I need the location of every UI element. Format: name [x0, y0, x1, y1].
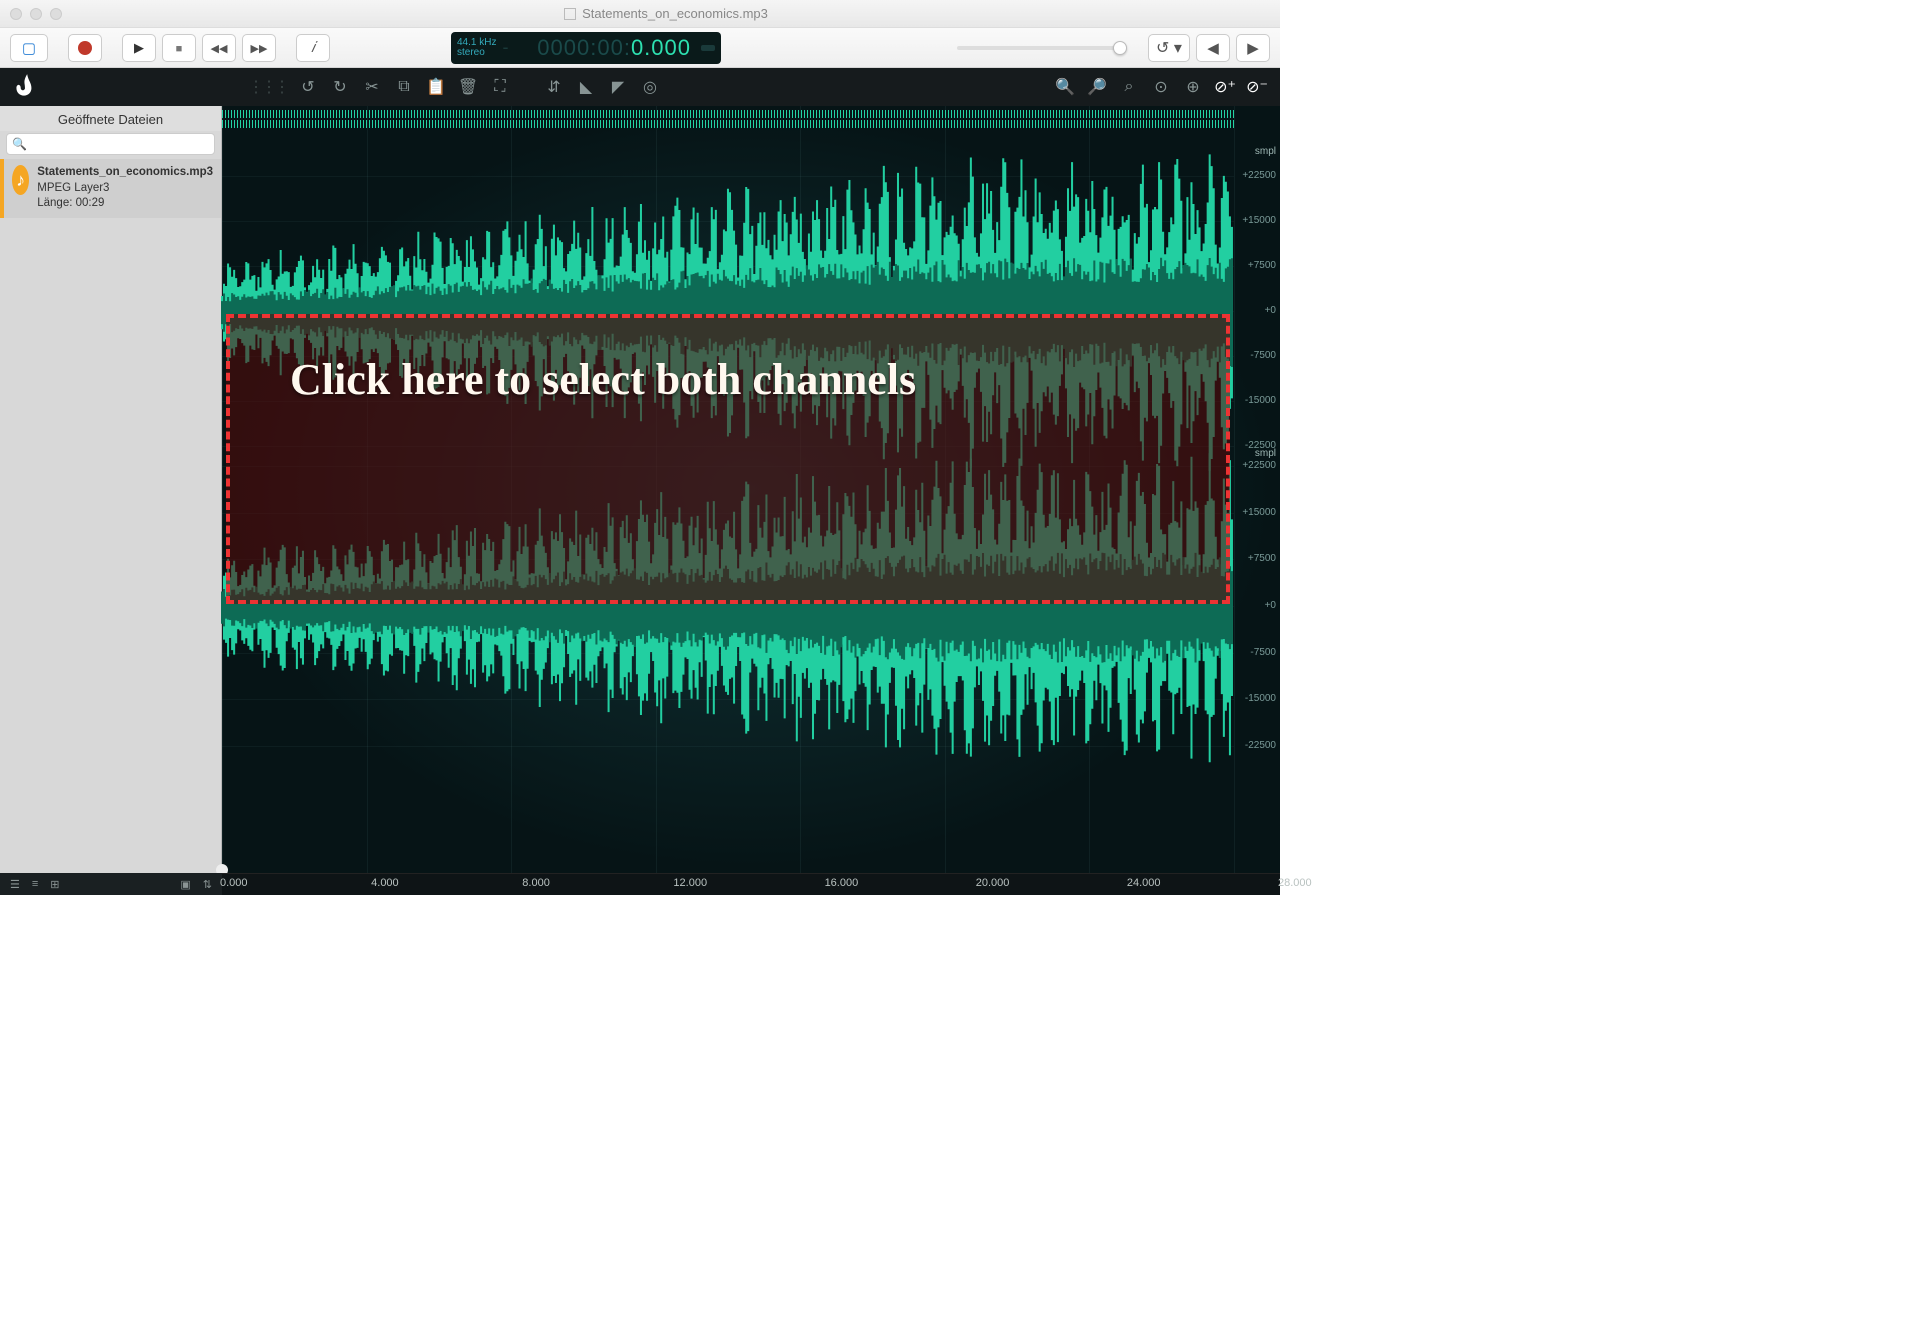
grid-view-icon[interactable]: ⊞ — [50, 878, 59, 891]
zoom-vert-icon[interactable]: ⊕ — [1182, 76, 1204, 98]
audio-file-icon: ♪ — [12, 165, 29, 195]
time-tick: 28.000 — [1278, 877, 1312, 889]
time-tick: 8.000 — [522, 877, 550, 889]
marker-add-icon[interactable]: ⊘⁺ — [1214, 76, 1236, 98]
time-tick: 4.000 — [371, 877, 399, 889]
view-mode-controls: ☰ ≡ ⊞ ▣ ⇅ — [0, 873, 222, 895]
fade-in-icon[interactable]: ◣ — [575, 76, 597, 98]
file-format: MPEG Layer3 — [37, 181, 213, 197]
amp-tick: +7500 — [1248, 553, 1276, 564]
rewind-button[interactable] — [202, 34, 236, 62]
time-counter: 44.1 kHz stereo - 0000:00:0.000 — [451, 32, 721, 64]
sidebar: Geöffnete Dateien 🔍 ♪ Statements_on_econ… — [0, 106, 222, 873]
stop-button[interactable] — [162, 34, 196, 62]
file-type-icon — [564, 8, 576, 20]
column-view-icon[interactable]: ≡ — [32, 878, 38, 890]
amp-tick: -7500 — [1250, 350, 1276, 361]
file-list-item[interactable]: ♪ Statements_on_economics.mp3 MPEG Layer… — [0, 159, 221, 218]
delete-icon[interactable]: 🗑 — [457, 76, 479, 98]
undo-icon[interactable]: ↺ — [297, 76, 319, 98]
normalize-icon[interactable]: ⇵ — [543, 76, 565, 98]
amplitude-ruler: smpl smpl +22500+15000+7500+0-7500-15000… — [1234, 106, 1280, 873]
copy-icon[interactable]: ⧉ — [393, 76, 415, 98]
time-ruler[interactable]: 0.0004.0008.00012.00016.00020.00024.0002… — [222, 873, 1280, 895]
amp-tick: -22500 — [1245, 440, 1276, 451]
amp-tick: +15000 — [1242, 215, 1276, 226]
cut-icon[interactable]: ✂ — [361, 76, 383, 98]
amp-tick: -22500 — [1245, 740, 1276, 751]
window-title: Statements_on_economics.mp3 — [62, 6, 1270, 21]
zoom-fit-icon[interactable]: ⊙ — [1150, 76, 1172, 98]
zoom-dot[interactable] — [50, 8, 62, 20]
sidebar-title: Geöffnete Dateien — [0, 106, 221, 131]
zoom-sel-icon[interactable]: ⌕ — [1118, 76, 1140, 98]
annotation-highlight[interactable]: Click here to select both channels — [226, 314, 1230, 604]
time-tick: 20.000 — [976, 877, 1010, 889]
channels-label: stereo — [457, 48, 496, 58]
toolbar-grip-icon[interactable]: ⋮⋮⋮ — [248, 77, 287, 97]
image-view-icon[interactable]: ▣ — [180, 878, 190, 891]
sample-rate-label: 44.1 kHz — [457, 38, 496, 48]
play-button[interactable] — [122, 34, 156, 62]
app-logo-icon — [12, 72, 38, 102]
list-view-icon[interactable]: ☰ — [10, 878, 20, 891]
time-tick: 24.000 — [1127, 877, 1161, 889]
bottom-bar: ☰ ≡ ⊞ ▣ ⇅ 0.000 4.000 8.000 12.000 16.000 20.… — [0, 873, 1280, 895]
panel-toggle-button[interactable] — [10, 34, 48, 62]
effect-icon[interactable]: ◎ — [639, 76, 661, 98]
amp-tick: +15000 — [1242, 507, 1276, 518]
annotation-text: Click here to select both channels — [290, 344, 1186, 417]
search-field[interactable] — [27, 137, 209, 151]
time-tick: 0.000 — [220, 877, 248, 889]
waveform-area[interactable]: Click here to select both channels smpl … — [222, 106, 1280, 873]
sidebar-search-input[interactable]: 🔍 — [6, 133, 215, 155]
sort-icon[interactable]: ⇅ — [203, 878, 212, 891]
amp-tick: +0 — [1265, 600, 1276, 611]
volume-slider[interactable] — [957, 46, 1127, 50]
zoom-out-icon[interactable]: 🔎 — [1086, 76, 1108, 98]
file-name: Statements_on_economics.mp3 — [37, 165, 213, 181]
paste-icon[interactable]: 📋 — [425, 76, 447, 98]
min-dot[interactable] — [30, 8, 42, 20]
amp-tick: -15000 — [1245, 395, 1276, 406]
time-tick: 12.000 — [673, 877, 707, 889]
forward-button[interactable] — [242, 34, 276, 62]
search-icon: 🔍 — [12, 137, 27, 151]
crop-icon[interactable]: ⛶ — [489, 76, 511, 98]
undo-nav-fwd-button[interactable]: ▶ — [1236, 34, 1270, 62]
counter-loop-icon — [701, 45, 715, 51]
transport-toolbar: 44.1 kHz stereo - 0000:00:0.000 ↺ ▾ ◀ ▶ — [0, 28, 1280, 68]
info-button[interactable] — [296, 34, 330, 62]
amp-tick: +7500 — [1248, 260, 1276, 271]
edit-toolbar: ⋮⋮⋮ ↺ ↻ ✂ ⧉ 📋 🗑 ⛶ ⇵ ◣ ◤ ◎ 🔍 🔎 ⌕ ⊙ ⊕ ⊘⁺ ⊘… — [0, 68, 1280, 106]
amp-tick: +22500 — [1242, 460, 1276, 471]
history-button[interactable]: ↺ ▾ — [1148, 34, 1190, 62]
volume-thumb[interactable] — [1113, 41, 1127, 55]
time-tick: 16.000 — [825, 877, 859, 889]
amp-tick: -15000 — [1245, 693, 1276, 704]
amp-tick: -7500 — [1250, 647, 1276, 658]
close-dot[interactable] — [10, 8, 22, 20]
undo-nav-back-button[interactable]: ◀ — [1196, 34, 1230, 62]
window-titlebar: Statements_on_economics.mp3 — [0, 0, 1280, 28]
amp-tick: +0 — [1265, 305, 1276, 316]
redo-icon[interactable]: ↻ — [329, 76, 351, 98]
window-controls[interactable] — [10, 8, 62, 20]
counter-digits: 0000:00:0.000 — [537, 35, 691, 61]
amp-tick: +22500 — [1242, 170, 1276, 181]
record-button[interactable] — [68, 34, 102, 62]
overview-strip[interactable] — [222, 108, 1234, 130]
fade-out-icon[interactable]: ◤ — [607, 76, 629, 98]
file-length: Länge: 00:29 — [37, 196, 213, 212]
zoom-in-icon[interactable]: 🔍 — [1054, 76, 1076, 98]
marker-del-icon[interactable]: ⊘⁻ — [1246, 76, 1268, 98]
